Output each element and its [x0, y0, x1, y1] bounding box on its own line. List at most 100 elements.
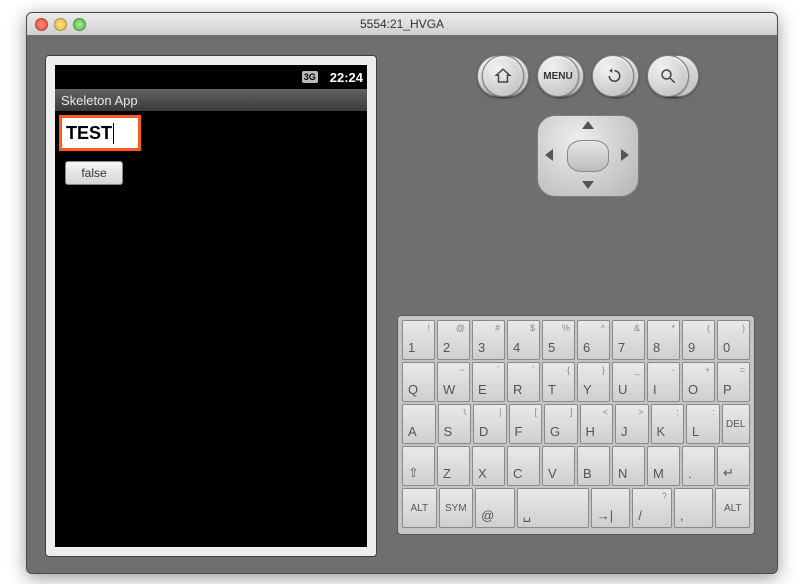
key-e[interactable]: E´ — [472, 362, 505, 402]
app-content: TEST false — [55, 111, 367, 547]
key-label: V — [548, 466, 557, 481]
key-5[interactable]: 5% — [542, 320, 575, 360]
key-i[interactable]: I- — [647, 362, 680, 402]
key-d[interactable]: D| — [473, 404, 507, 444]
key-k[interactable]: K; — [651, 404, 685, 444]
key-label: M — [653, 466, 664, 481]
key-superscript: $ — [530, 323, 535, 333]
search-button[interactable] — [647, 55, 689, 97]
key-label: X — [478, 466, 487, 481]
key-↵[interactable]: ↵ — [717, 446, 750, 486]
key-label: @ — [481, 508, 494, 523]
key-label: SYM — [445, 503, 467, 514]
key-label: Q — [408, 382, 418, 397]
key-superscript: + — [705, 365, 710, 375]
key-l[interactable]: L: — [686, 404, 720, 444]
key-/[interactable]: /? — [632, 488, 672, 528]
key-8[interactable]: 8* — [647, 320, 680, 360]
dpad-left[interactable] — [545, 149, 553, 161]
home-button[interactable] — [482, 55, 524, 97]
key-o[interactable]: O+ — [682, 362, 715, 402]
key-label: . — [688, 466, 692, 481]
key-x[interactable]: X — [472, 446, 505, 486]
key-label: G — [550, 424, 560, 439]
key-superscript: ] — [570, 407, 573, 417]
key-z[interactable]: Z — [437, 446, 470, 486]
key-label: 1 — [408, 340, 415, 355]
key-s[interactable]: S\ — [438, 404, 472, 444]
key-superscript: ^ — [601, 323, 605, 333]
window-close-button[interactable] — [35, 18, 48, 31]
key-label: T — [548, 382, 556, 397]
key-@[interactable]: @ — [475, 488, 515, 528]
dpad — [537, 115, 637, 195]
dpad-right[interactable] — [621, 149, 629, 161]
key-label: F — [515, 424, 523, 439]
key-superscript: < — [603, 407, 608, 417]
key-j[interactable]: J> — [615, 404, 649, 444]
key-2[interactable]: 2@ — [437, 320, 470, 360]
key-6[interactable]: 6^ — [577, 320, 610, 360]
key-w[interactable]: W~ — [437, 362, 470, 402]
key-superscript: ? — [662, 491, 667, 501]
key-b[interactable]: B — [577, 446, 610, 486]
key-1[interactable]: 1! — [402, 320, 435, 360]
key-sym[interactable]: SYM — [439, 488, 474, 528]
key-label: ↵ — [723, 465, 734, 481]
key-superscript: _ — [635, 365, 640, 375]
key-a[interactable]: A — [402, 404, 436, 444]
dpad-up[interactable] — [582, 121, 594, 129]
key-4[interactable]: 4$ — [507, 320, 540, 360]
hardware-controls: MENU 1!2@3#4$5%6^7&8*9(0) QW~E´R`T{Y}U_I… — [397, 55, 755, 555]
search-icon — [659, 67, 677, 85]
key-superscript: * — [671, 323, 675, 333]
dpad-center[interactable] — [567, 140, 609, 172]
key-superscript: \ — [463, 407, 466, 417]
key-label: E — [478, 382, 487, 397]
key-h[interactable]: H< — [580, 404, 614, 444]
key-q[interactable]: Q — [402, 362, 435, 402]
key-p[interactable]: P= — [717, 362, 750, 402]
key-superscript: : — [712, 407, 715, 417]
key-f[interactable]: F[ — [509, 404, 543, 444]
window-titlebar: 5554:21_HVGA — [27, 13, 777, 36]
key-label: 8 — [653, 340, 660, 355]
key-label: ␣ — [523, 507, 531, 523]
key-g[interactable]: G] — [544, 404, 578, 444]
key-label: A — [408, 424, 417, 439]
key-u[interactable]: U_ — [612, 362, 645, 402]
key-alt[interactable]: ALT — [402, 488, 437, 528]
key-m[interactable]: M — [647, 446, 680, 486]
key-␣[interactable]: ␣ — [517, 488, 589, 528]
menu-button[interactable]: MENU — [537, 55, 579, 97]
window-minimize-button[interactable] — [54, 18, 67, 31]
phone-screen: 3G 22:24 Skeleton App TEST — [55, 65, 367, 547]
window-zoom-button[interactable] — [73, 18, 86, 31]
key-v[interactable]: V — [542, 446, 575, 486]
key-superscript: ` — [532, 365, 535, 375]
key-label: W — [443, 382, 455, 397]
key-label: , — [680, 508, 684, 523]
key-.[interactable]: . — [682, 446, 715, 486]
key-del[interactable]: DEL — [722, 404, 751, 444]
back-button[interactable] — [592, 55, 634, 97]
false-button-label: false — [81, 166, 106, 180]
key-0[interactable]: 0) — [717, 320, 750, 360]
key-3[interactable]: 3# — [472, 320, 505, 360]
key-superscript: ! — [427, 323, 430, 333]
key-r[interactable]: R` — [507, 362, 540, 402]
key-superscript: > — [638, 407, 643, 417]
key-⇧[interactable]: ⇧ — [402, 446, 435, 486]
key-n[interactable]: N — [612, 446, 645, 486]
key-c[interactable]: C — [507, 446, 540, 486]
key-t[interactable]: T{ — [542, 362, 575, 402]
false-button[interactable]: false — [65, 161, 123, 185]
key-→|[interactable]: →| — [591, 488, 631, 528]
key-alt[interactable]: ALT — [715, 488, 750, 528]
key-9[interactable]: 9( — [682, 320, 715, 360]
dpad-down[interactable] — [582, 181, 594, 189]
key-7[interactable]: 7& — [612, 320, 645, 360]
text-input[interactable]: TEST — [66, 123, 114, 144]
key-y[interactable]: Y} — [577, 362, 610, 402]
key-,[interactable]: , — [674, 488, 714, 528]
